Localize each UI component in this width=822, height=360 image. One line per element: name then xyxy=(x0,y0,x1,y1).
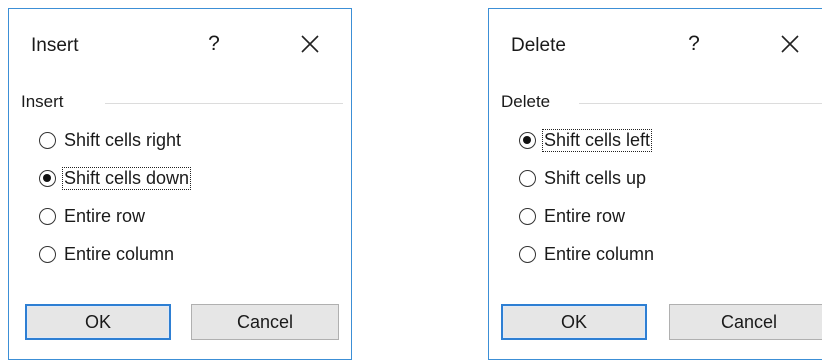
option-label: Entire row xyxy=(544,206,626,226)
close-icon xyxy=(781,35,799,53)
radio-button-icon[interactable] xyxy=(519,170,536,187)
delete-group-label: Delete xyxy=(501,92,551,111)
group-divider xyxy=(579,103,822,104)
option-label: Shift cells right xyxy=(64,130,182,150)
insert-cancel-button[interactable]: Cancel xyxy=(191,304,339,340)
insert-help-button[interactable]: ? xyxy=(199,29,229,59)
option-label: Entire column xyxy=(544,244,655,264)
insert-close-button[interactable] xyxy=(293,27,327,61)
radio-button-icon[interactable] xyxy=(39,208,56,225)
radio-button-icon[interactable] xyxy=(519,132,536,149)
option-label: Shift cells up xyxy=(544,168,647,188)
insert-dialog: Insert ? Insert Shift cells right Shift … xyxy=(8,8,352,360)
delete-dialog-titlebar[interactable]: Delete ? xyxy=(489,9,822,75)
delete-dialog-title: Delete xyxy=(511,35,566,56)
radio-button-icon[interactable] xyxy=(519,246,536,263)
radio-button-icon[interactable] xyxy=(519,208,536,225)
delete-dialog: Delete ? Delete Shift cells left Shift c… xyxy=(488,8,822,360)
radio-button-icon[interactable] xyxy=(39,246,56,263)
delete-ok-button[interactable]: OK xyxy=(501,304,647,340)
radio-button-icon[interactable] xyxy=(39,132,56,149)
delete-help-button[interactable]: ? xyxy=(679,29,709,59)
radio-button-icon[interactable] xyxy=(39,170,56,187)
group-divider xyxy=(105,103,343,104)
insert-ok-button[interactable]: OK xyxy=(25,304,171,340)
option-label: Shift cells left xyxy=(542,129,653,152)
insert-dialog-titlebar[interactable]: Insert ? xyxy=(9,9,351,75)
insert-group-label: Insert xyxy=(21,92,64,111)
delete-close-button[interactable] xyxy=(773,27,807,61)
option-label: Shift cells down xyxy=(62,167,192,190)
delete-cancel-button[interactable]: Cancel xyxy=(669,304,822,340)
option-label: Entire column xyxy=(64,244,175,264)
close-icon xyxy=(301,35,319,53)
option-label: Entire row xyxy=(64,206,146,226)
insert-dialog-title: Insert xyxy=(31,35,79,56)
